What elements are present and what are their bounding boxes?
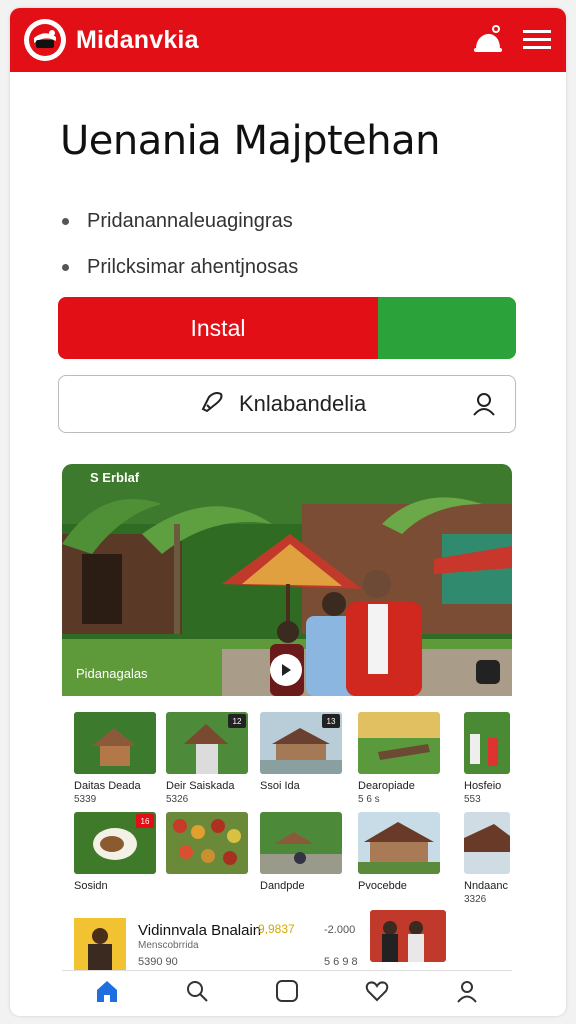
heart-icon[interactable] (364, 978, 390, 1009)
hero-caption: Pidanagalas (76, 666, 148, 681)
share-icon[interactable] (476, 660, 500, 684)
grid-item[interactable]: 13 Ssoi Ida (260, 712, 350, 794)
thumbnail (464, 712, 510, 774)
item-title: Deir Saiskada (166, 780, 235, 792)
status-bar-text: S Erblaf (90, 470, 140, 485)
app-title: Midanvkia (76, 25, 199, 54)
feature-score: 9,9837 (258, 922, 295, 936)
feature-tag: -2.000 (324, 924, 356, 936)
install-accent (378, 297, 516, 359)
count-badge: 13 (322, 714, 340, 728)
thumbnail (74, 712, 156, 774)
bottom-tab-bar (62, 970, 512, 1016)
logo-icon[interactable] (24, 19, 66, 61)
thumbnail (464, 812, 510, 874)
item-title: Hosfeio (464, 780, 502, 792)
grid-item[interactable]: 16 Sosidn (74, 812, 164, 892)
thumbnail (166, 812, 248, 874)
item-count: 553 (464, 794, 481, 805)
search-field[interactable]: Knlabandelia (58, 375, 516, 433)
grid-item[interactable]: Dearopiade 5 6 s (358, 712, 448, 805)
thumbnail: 12 (166, 712, 248, 774)
count-badge: 16 (136, 814, 154, 828)
item-count: 5326 (166, 794, 189, 805)
install-button[interactable]: Instal (58, 297, 516, 359)
feature-meta-secondary: 5 6 9 8 (324, 956, 358, 968)
count-badge: 12 (228, 714, 246, 728)
app-bar: Midanvkia (10, 8, 566, 72)
item-title: Sosidn (74, 880, 108, 892)
content-card: S Erblaf Pidanagalas Daitas Deada 5339 1… (62, 464, 512, 1016)
user-icon[interactable] (471, 391, 497, 422)
grid-item[interactable]: Nndaanc 3326 (464, 812, 512, 905)
item-title: Daitas Deada (74, 780, 141, 792)
hero-image[interactable]: S Erblaf Pidanagalas (62, 464, 512, 696)
play-icon[interactable] (270, 654, 302, 686)
thumbnail: 13 (260, 712, 342, 774)
bullet-text: Prilcksimar ahentjnosas (87, 255, 299, 278)
thumbnail (358, 812, 440, 874)
search-icon[interactable] (184, 978, 210, 1009)
grid-item[interactable]: Dandpde (260, 812, 350, 892)
feature-thumbnail (74, 918, 126, 970)
item-title: Pvocebde (358, 880, 407, 892)
list-item: Pridanannaleuagingras (62, 198, 298, 244)
notification-icon[interactable] (470, 23, 504, 57)
grid-item[interactable]: Pvocebde (358, 812, 448, 892)
feature-image (370, 910, 446, 962)
item-count: 5339 (74, 794, 97, 805)
menu-icon[interactable] (522, 28, 552, 52)
item-title: Nndaanc (464, 880, 509, 892)
feature-title: Vidinnvala Bnalain (138, 922, 262, 939)
pen-icon (199, 389, 227, 419)
install-label: Instal (58, 297, 378, 359)
search-text: Knlabandelia (239, 391, 367, 416)
profile-icon[interactable] (454, 978, 480, 1009)
thumbnail (260, 812, 342, 874)
home-icon[interactable] (94, 978, 120, 1009)
app-frame: Midanvkia Uenania Majptehan Pridanannale… (10, 8, 566, 1016)
bullet-icon (62, 217, 69, 225)
square-icon[interactable] (274, 978, 300, 1009)
feature-subtitle: Menscobrrida (138, 940, 199, 951)
thumbnail: 16 (74, 812, 156, 874)
grid-item[interactable]: Daitas Deada 5339 (74, 712, 164, 805)
grid-item[interactable]: Hosfeio 553 (464, 712, 512, 805)
item-title: Dearopiade (358, 780, 415, 792)
thumbnail (358, 712, 440, 774)
list-item: Prilcksimar ahentjnosas (62, 244, 298, 290)
item-count: 5 6 s (358, 794, 380, 805)
item-title: Dandpde (260, 880, 305, 892)
feature-meta: 5390 90 (138, 956, 178, 968)
bullet-icon (62, 263, 69, 271)
grid-item[interactable]: 12 Deir Saiskada 5326 (166, 712, 256, 805)
featured-row[interactable]: Vidinnvala Bnalain 9,9837 -2.000 Menscob… (62, 910, 512, 970)
feature-list: Pridanannaleuagingras Prilcksimar ahentj… (62, 198, 298, 290)
bullet-text: Pridanannaleuagingras (87, 209, 293, 232)
grid-item[interactable] (166, 812, 256, 880)
page-title: Uenania Majptehan (60, 118, 440, 164)
item-count: 3326 (464, 894, 487, 905)
item-title: Ssoi Ida (260, 780, 300, 792)
